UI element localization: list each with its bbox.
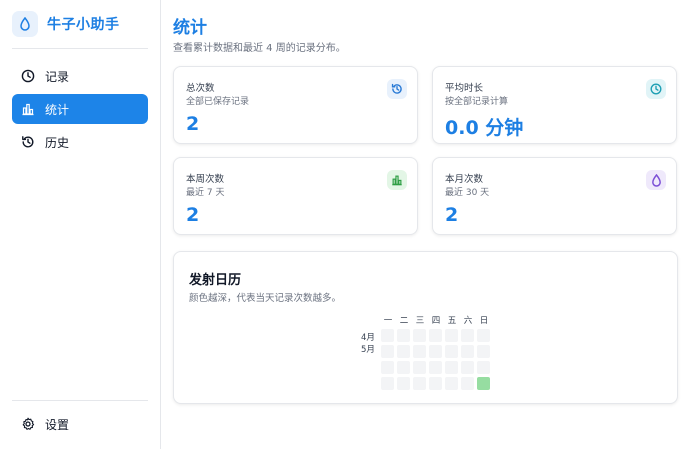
calendar-day-cell bbox=[477, 361, 490, 374]
weekday-label: 四 bbox=[431, 316, 441, 326]
sidebar-item-label: 记录 bbox=[45, 69, 70, 84]
app-window: 牛子小助手 记录 统计 历史 设置 统计 查看累计数据和最近 4 周的记录分布。… bbox=[0, 0, 690, 449]
weekday-label: 日 bbox=[479, 316, 489, 326]
stat-title: 总次数 bbox=[186, 83, 215, 94]
calendar-day-cell bbox=[381, 361, 394, 374]
weekday-label: 六 bbox=[463, 316, 473, 326]
calendar-day-cell bbox=[381, 329, 394, 342]
sidebar-divider bbox=[12, 48, 148, 49]
calendar-day-cell bbox=[445, 345, 458, 358]
main-content: 统计 查看累计数据和最近 4 周的记录分布。 总次数 全部已保存记录 2 平均时… bbox=[161, 0, 690, 449]
calendar-day-cell bbox=[429, 361, 442, 374]
month-label: 5月 bbox=[361, 345, 375, 355]
calendar-day-cell bbox=[429, 345, 442, 358]
stat-subtitle: 按全部记录计算 bbox=[445, 97, 509, 107]
calendar-day-cell bbox=[397, 345, 410, 358]
sidebar-item-stats[interactable]: 统计 bbox=[12, 94, 148, 124]
sidebar-item-label: 统计 bbox=[45, 102, 70, 117]
history-icon bbox=[21, 135, 35, 149]
stat-card-month: 本月次数 最近 30 天 2 bbox=[432, 157, 677, 235]
calendar-title: 发射日历 bbox=[189, 273, 242, 288]
stat-card-week: 本周次数 最近 7 天 2 bbox=[173, 157, 418, 235]
calendar-day-cell bbox=[413, 345, 426, 358]
calendar-day-cell bbox=[461, 345, 474, 358]
sidebar-item-label: 历史 bbox=[45, 135, 70, 150]
calendar-day-cell bbox=[477, 345, 490, 358]
gear-icon bbox=[21, 417, 35, 431]
clock-icon bbox=[646, 79, 666, 99]
weekday-label: 三 bbox=[415, 316, 425, 326]
bar-chart-icon bbox=[21, 102, 35, 116]
droplet-icon bbox=[646, 170, 666, 190]
calendar-day-cell bbox=[461, 361, 474, 374]
calendar-day-cell bbox=[429, 329, 442, 342]
calendar-day-cell bbox=[461, 329, 474, 342]
clock-icon bbox=[21, 69, 35, 83]
calendar-day-cell bbox=[477, 329, 490, 342]
stat-value: 0.0 分钟 bbox=[445, 117, 524, 139]
stat-subtitle: 最近 7 天 bbox=[186, 188, 225, 198]
calendar-day-cell bbox=[445, 329, 458, 342]
calendar-card: 发射日历 颜色越深，代表当天记录次数越多。 一 二 三 四 五 六 日 4月 5… bbox=[173, 251, 678, 404]
calendar-day-cell bbox=[477, 377, 490, 390]
calendar-day-cell bbox=[413, 329, 426, 342]
calendar-day-cell bbox=[381, 377, 394, 390]
bar-chart-icon bbox=[387, 170, 407, 190]
calendar-day-cell bbox=[429, 377, 442, 390]
calendar-day-cell bbox=[445, 377, 458, 390]
month-label: 4月 bbox=[361, 333, 375, 343]
stat-title: 平均时长 bbox=[445, 83, 484, 94]
stat-title: 本周次数 bbox=[186, 174, 225, 185]
brand: 牛子小助手 bbox=[12, 10, 120, 38]
stat-value: 2 bbox=[186, 113, 200, 135]
calendar-day-cell bbox=[397, 361, 410, 374]
stat-card-total: 总次数 全部已保存记录 2 bbox=[173, 66, 418, 144]
calendar-day-cell bbox=[397, 377, 410, 390]
calendar-day-cell bbox=[461, 377, 474, 390]
stat-subtitle: 全部已保存记录 bbox=[186, 97, 250, 107]
stat-value: 2 bbox=[445, 204, 459, 226]
page-subtitle: 查看累计数据和最近 4 周的记录分布。 bbox=[173, 43, 346, 54]
history-icon bbox=[387, 79, 407, 99]
stat-subtitle: 最近 30 天 bbox=[445, 188, 490, 198]
weekday-label: 一 bbox=[383, 316, 393, 326]
weekday-label: 五 bbox=[447, 316, 457, 326]
page-title: 统计 bbox=[173, 18, 207, 38]
sidebar-divider bbox=[12, 400, 148, 401]
calendar-day-cell bbox=[397, 329, 410, 342]
sidebar-item-history[interactable]: 历史 bbox=[12, 127, 148, 157]
calendar-day-cell bbox=[413, 361, 426, 374]
sidebar-item-label: 设置 bbox=[45, 417, 70, 432]
sidebar: 牛子小助手 记录 统计 历史 设置 bbox=[0, 0, 161, 449]
sidebar-item-settings[interactable]: 设置 bbox=[12, 409, 148, 439]
droplet-icon bbox=[12, 11, 38, 37]
app-title: 牛子小助手 bbox=[47, 17, 120, 33]
sidebar-item-record[interactable]: 记录 bbox=[12, 61, 148, 91]
stat-card-average: 平均时长 按全部记录计算 0.0 分钟 bbox=[432, 66, 677, 144]
calendar-day-cell bbox=[445, 361, 458, 374]
stat-title: 本月次数 bbox=[445, 174, 484, 185]
weekday-label: 二 bbox=[399, 316, 409, 326]
calendar-day-cell bbox=[381, 345, 394, 358]
calendar-day-cell bbox=[413, 377, 426, 390]
calendar-subtitle: 颜色越深，代表当天记录次数越多。 bbox=[189, 293, 342, 304]
stat-value: 2 bbox=[186, 204, 200, 226]
